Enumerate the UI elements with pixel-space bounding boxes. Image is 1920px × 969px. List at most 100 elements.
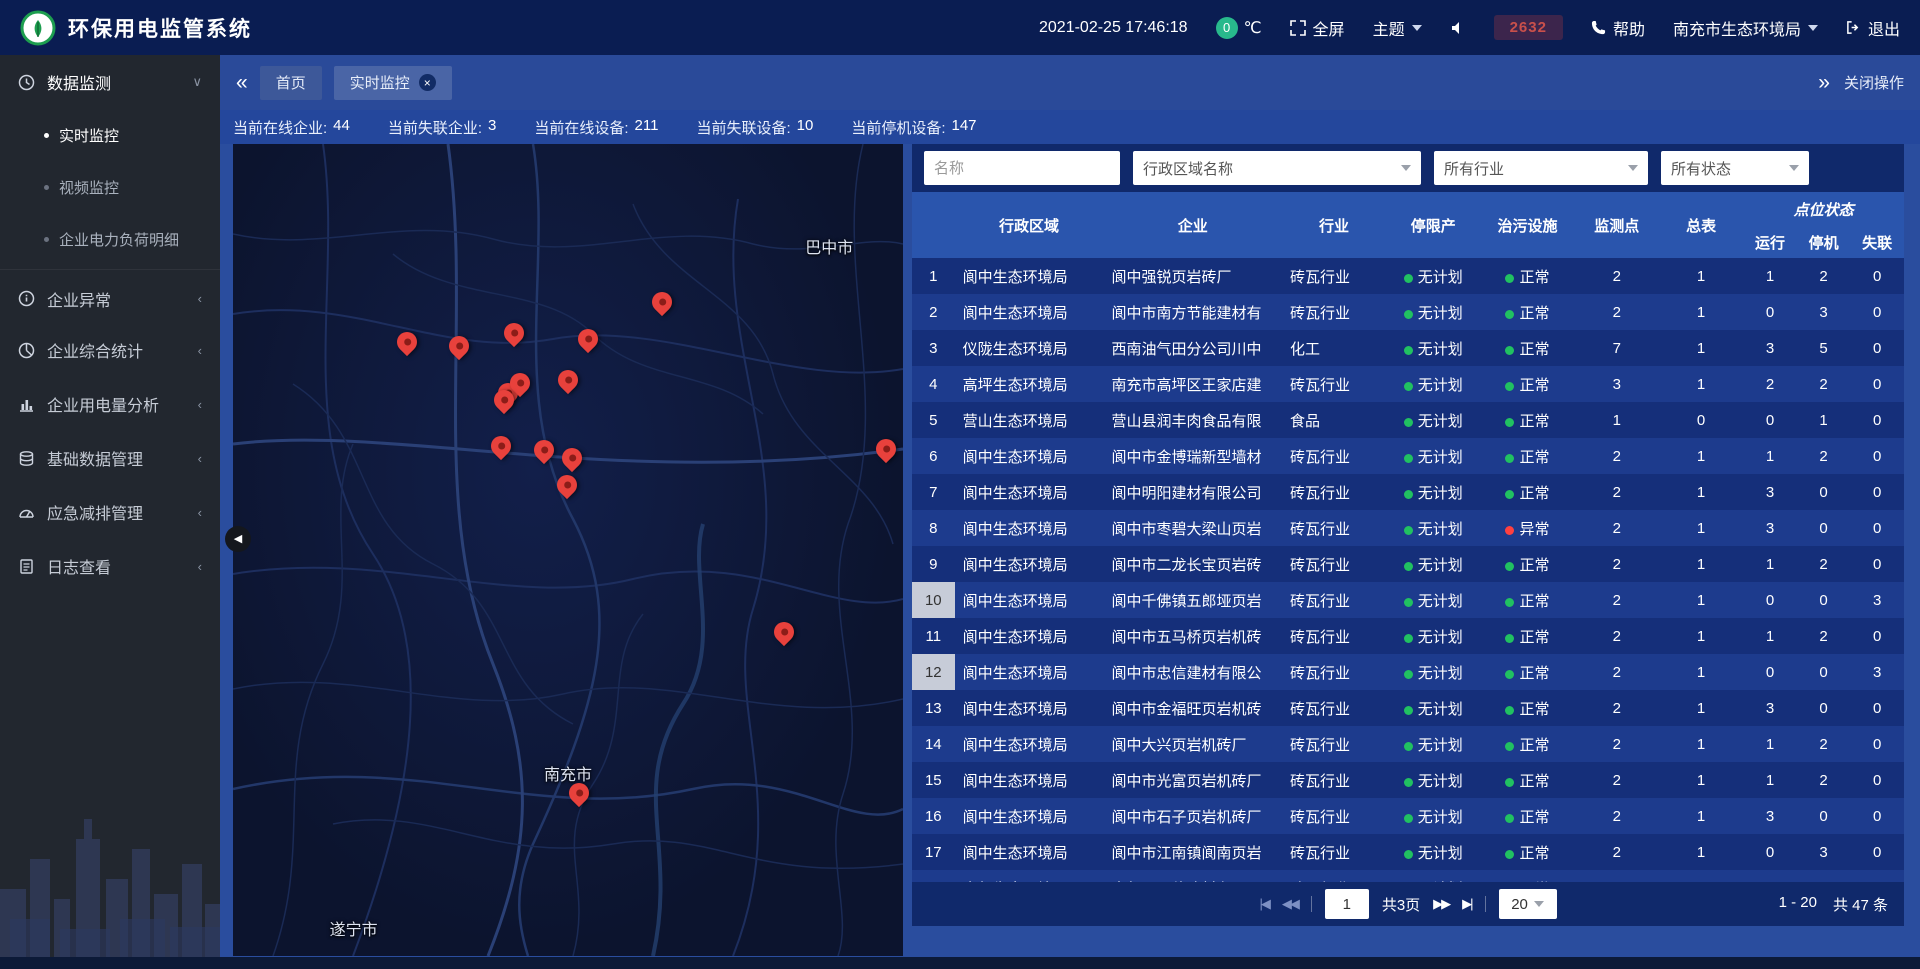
table-row[interactable]: 10 阆中生态环境局 阆中千佛镇五郎垭页岩 砖瓦行业 无计划 正常 2 1 0 …: [912, 582, 1904, 618]
table-row[interactable]: 1 阆中生态环境局 阆中强锐页岩砖厂 砖瓦行业 无计划 正常 2 1 1 2 0: [912, 258, 1904, 294]
table-row[interactable]: 13 阆中生态环境局 阆中市金福旺页岩机砖 砖瓦行业 无计划 正常 2 1 3 …: [912, 690, 1904, 726]
tab-close-icon[interactable]: ×: [419, 74, 436, 91]
status-select[interactable]: 所有状态: [1661, 151, 1809, 185]
pie-chart-icon: [18, 342, 35, 359]
pager-prev-button[interactable]: ◀◀: [1282, 896, 1298, 912]
table-row[interactable]: 11 阆中生态环境局 阆中市五马桥页岩机砖 砖瓦行业 无计划 正常 2 1 1 …: [912, 618, 1904, 654]
tab-home[interactable]: 首页: [260, 66, 322, 100]
map-roads: [233, 144, 903, 956]
sidebar-item-video-monitoring[interactable]: 视频监控: [0, 161, 220, 213]
tab-scroll-left-icon[interactable]: «: [236, 72, 248, 93]
table-row[interactable]: 15 阆中生态环境局 阆中市光富页岩机砖厂 砖瓦行业 无计划 正常 2 1 1 …: [912, 762, 1904, 798]
map-pin[interactable]: [876, 439, 896, 465]
table-row[interactable]: 5 营山生态环境局 营山县润丰肉食品有限 食品 无计划 正常 1 0 0 1 0: [912, 402, 1904, 438]
map-pin[interactable]: [397, 332, 417, 358]
datetime-display: 2021-02-25 17:46:18: [1039, 19, 1188, 37]
map-pin[interactable]: [504, 323, 524, 349]
table-row[interactable]: 9 阆中生态环境局 阆中市二龙长宝页岩砖 砖瓦行业 无计划 正常 2 1 1 2…: [912, 546, 1904, 582]
map-pin[interactable]: [774, 622, 794, 648]
chevron-down-icon: [1401, 165, 1411, 171]
fullscreen-button[interactable]: 全屏: [1290, 16, 1345, 40]
column-header-total-meter: 总表: [1659, 192, 1743, 258]
stat-offline-devices: 当前失联设备:10: [696, 117, 813, 138]
bullet-icon: [44, 185, 49, 190]
production-status-dot: [1404, 274, 1413, 283]
chevron-collapsed-icon: ‹: [198, 291, 202, 306]
facility-status-dot: [1505, 418, 1514, 427]
pager-last-button[interactable]: ▶|: [1462, 896, 1471, 912]
chevron-collapsed-icon: ‹: [198, 559, 202, 574]
theme-dropdown[interactable]: 主题: [1373, 16, 1422, 40]
logout-button[interactable]: 退出: [1846, 16, 1900, 40]
table-row[interactable]: 8 阆中生态环境局 阆中市枣碧大梁山页岩 砖瓦行业 无计划 异常 2 1 3 0…: [912, 510, 1904, 546]
chevron-down-icon: [1789, 165, 1799, 171]
stat-online-companies: 当前在线企业:44: [233, 117, 350, 138]
range-label: 1 - 20: [1779, 894, 1817, 915]
column-header-stopped: 停机: [1797, 226, 1851, 258]
help-button[interactable]: 帮助: [1591, 16, 1645, 40]
alert-count-badge[interactable]: 2632: [1494, 15, 1563, 40]
map-pin[interactable]: [534, 440, 554, 466]
production-status-dot: [1404, 562, 1413, 571]
map-pin[interactable]: [558, 370, 578, 396]
sidebar-collapse-button[interactable]: ◀: [225, 526, 251, 552]
sidebar-item-realtime-monitoring[interactable]: 实时监控: [0, 109, 220, 161]
map-panel[interactable]: 巴中市南充市遂宁市 ◀: [233, 144, 903, 956]
tab-scroll-right-icon[interactable]: »: [1818, 72, 1830, 93]
map-pin[interactable]: [578, 329, 598, 355]
page-number-input[interactable]: [1325, 889, 1369, 919]
production-status-dot: [1404, 418, 1413, 427]
map-city-label: 南充市: [544, 761, 592, 785]
industry-select[interactable]: 所有行业: [1434, 151, 1648, 185]
map-pin[interactable]: [491, 436, 511, 462]
sidebar-item-power-load-detail[interactable]: 企业电力负荷明细: [0, 213, 220, 265]
speaker-button[interactable]: [1450, 20, 1466, 36]
tab-realtime-monitoring[interactable]: 实时监控 ×: [334, 66, 452, 100]
facility-status-dot: [1505, 310, 1514, 319]
production-status-dot: [1404, 634, 1413, 643]
sidebar-group-basic-data[interactable]: 基础数据管理 ‹: [0, 431, 220, 485]
table-row[interactable]: 7 阆中生态环境局 阆中明阳建材有限公司 砖瓦行业 无计划 正常 2 1 3 0…: [912, 474, 1904, 510]
map-pin[interactable]: [494, 390, 514, 416]
name-search-input[interactable]: [924, 151, 1120, 185]
pager-next-button[interactable]: ▶▶: [1433, 896, 1449, 912]
column-header-company: 企业: [1103, 192, 1282, 258]
production-status-dot: [1404, 346, 1413, 355]
table-row[interactable]: 6 阆中生态环境局 阆中市金博瑞新型墙材 砖瓦行业 无计划 正常 2 1 1 2…: [912, 438, 1904, 474]
table-row[interactable]: 18 南部生态环境局 南部县双佳建材有限公 砖瓦行业 无计划 正常 2 1 0 …: [912, 870, 1904, 882]
map-pin[interactable]: [569, 783, 589, 809]
facility-status-dot: [1505, 382, 1514, 391]
close-operations-button[interactable]: 关闭操作: [1844, 72, 1904, 93]
table-row[interactable]: 3 仪陇生态环境局 西南油气田分公司川中 化工 无计划 正常 7 1 3 5 0: [912, 330, 1904, 366]
table-row[interactable]: 17 阆中生态环境局 阆中市江南镇阆南页岩 砖瓦行业 无计划 正常 2 1 0 …: [912, 834, 1904, 870]
sidebar-group-company-statistics[interactable]: 企业综合统计 ‹: [0, 323, 220, 377]
map-pin[interactable]: [557, 475, 577, 501]
map-pin[interactable]: [562, 448, 582, 474]
page-size-select[interactable]: 20: [1499, 889, 1557, 919]
production-status-dot: [1404, 310, 1413, 319]
production-status-dot: [1404, 814, 1413, 823]
chevron-expanded-icon: ∨: [192, 74, 202, 90]
sidebar-group-log-view[interactable]: 日志查看 ‹: [0, 539, 220, 593]
sidebar-group-power-analysis[interactable]: 企业用电量分析 ‹: [0, 377, 220, 431]
column-header-facility: 治污设施: [1480, 192, 1574, 258]
map-pin[interactable]: [449, 336, 469, 362]
app-title: 环保用电监管系统: [68, 13, 252, 43]
sidebar-group-company-abnormal[interactable]: 企业异常 ‹: [0, 269, 220, 323]
bottom-strip: [0, 957, 1920, 969]
pager-first-button[interactable]: |◀: [1259, 896, 1268, 912]
chevron-down-icon: [1412, 25, 1422, 31]
total-count-label: 共 47 条: [1833, 894, 1888, 915]
table-row[interactable]: 14 阆中生态环境局 阆中大兴页岩机砖厂 砖瓦行业 无计划 正常 2 1 1 2…: [912, 726, 1904, 762]
map-pin[interactable]: [652, 292, 672, 318]
table-row[interactable]: 4 高坪生态环境局 南充市高坪区王家店建 砖瓦行业 无计划 正常 3 1 2 2…: [912, 366, 1904, 402]
sidebar-group-data-monitoring[interactable]: 数据监测 ∨: [0, 55, 220, 109]
region-select[interactable]: 行政区域名称: [1133, 151, 1421, 185]
production-status-dot: [1404, 526, 1413, 535]
sidebar-group-emergency-reduction[interactable]: 应急减排管理 ‹: [0, 485, 220, 539]
table-row[interactable]: 12 阆中生态环境局 阆中市忠信建材有限公 砖瓦行业 无计划 正常 2 1 0 …: [912, 654, 1904, 690]
table-row[interactable]: 16 阆中生态环境局 阆中市石子页岩机砖厂 砖瓦行业 无计划 正常 2 1 3 …: [912, 798, 1904, 834]
org-dropdown[interactable]: 南充市生态环境局: [1673, 16, 1818, 40]
facility-status-dot: [1505, 778, 1514, 787]
table-row[interactable]: 2 阆中生态环境局 阆中市南方节能建材有 砖瓦行业 无计划 正常 2 1 0 3…: [912, 294, 1904, 330]
